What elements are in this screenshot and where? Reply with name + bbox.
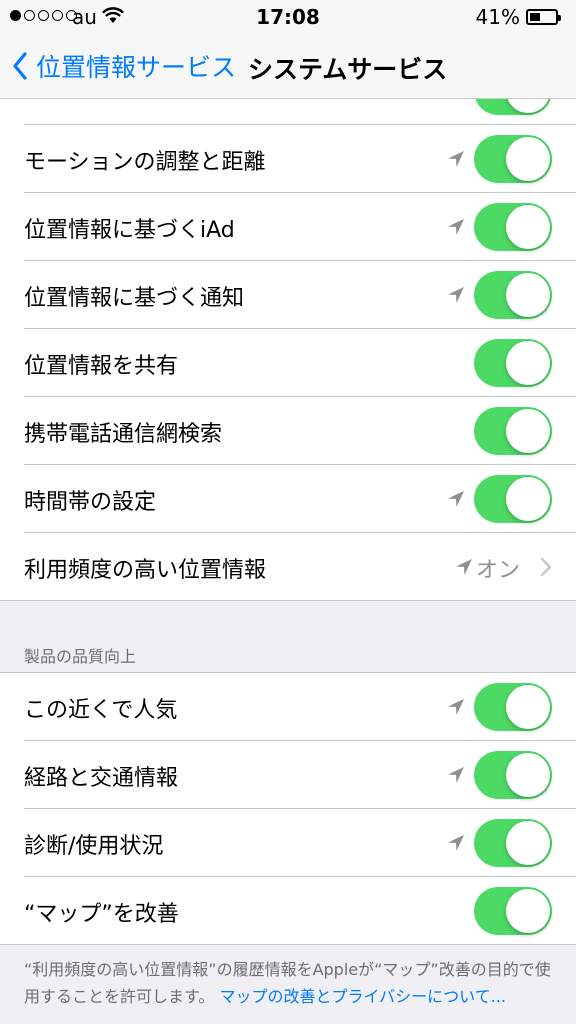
diagnostics-usage-toggle[interactable] xyxy=(474,819,552,867)
row-label: “マップ”を改善 xyxy=(24,902,179,927)
cell-network-search-toggle[interactable] xyxy=(474,407,552,455)
page-title: システムサービス xyxy=(248,55,448,84)
location-alerts-toggle[interactable] xyxy=(474,271,552,319)
location-iad-toggle[interactable] xyxy=(474,203,552,251)
back-button-label: 位置情報サービス xyxy=(36,53,237,82)
location-arrow-icon xyxy=(456,559,472,575)
chevron-right-icon xyxy=(540,557,552,577)
location-arrow-icon xyxy=(448,151,464,167)
list-item-time-zone[interactable]: 時間帯の設定 xyxy=(24,465,576,533)
row-label: 携帯電話通信網検索 xyxy=(24,422,223,447)
chevron-left-icon xyxy=(13,52,27,80)
list-item-frequent-locations[interactable]: 利用頻度の高い位置情報 オン xyxy=(24,533,576,600)
row-label: 位置情報に基づくiAd xyxy=(24,218,235,243)
status-bar: au 17:08 41% xyxy=(0,0,576,36)
row-label: 診断/使用状況 xyxy=(24,834,164,859)
list-item-share-location[interactable]: 位置情報を共有 xyxy=(24,329,576,397)
popular-near-me-toggle[interactable] xyxy=(474,683,552,731)
product-improvement-list: この近くで人気 経路と交通情報 診断/使用状況 “マップ”を改善 xyxy=(0,672,576,945)
location-arrow-icon xyxy=(448,219,464,235)
location-arrow-icon xyxy=(448,767,464,783)
list-item-location-alerts[interactable]: 位置情報に基づく通知 xyxy=(24,261,576,329)
list-item-cell-network-search[interactable]: 携帯電話通信網検索 xyxy=(24,397,576,465)
row-label: 位置情報に基づく通知 xyxy=(24,286,245,311)
improve-maps-toggle[interactable] xyxy=(474,887,552,935)
frequent-locations-value: オン xyxy=(475,558,520,583)
list-item-diagnostics-usage[interactable]: 診断/使用状況 xyxy=(24,809,576,877)
row-label: 時間帯の設定 xyxy=(24,490,157,515)
footer-note: “利用頻度の高い位置情報”の履歴情報をAppleが“マップ”改善の目的で使用する… xyxy=(24,956,554,1010)
battery-icon xyxy=(526,9,561,25)
motion-calibration-toggle[interactable] xyxy=(474,135,552,183)
time-zone-toggle[interactable] xyxy=(474,475,552,523)
location-arrow-icon xyxy=(448,835,464,851)
privacy-link[interactable]: マップの改善とプライバシーについて... xyxy=(220,987,506,1006)
back-button[interactable]: 位置情報サービス xyxy=(12,46,236,86)
battery-percent: 41% xyxy=(475,5,520,29)
row-label: 利用頻度の高い位置情報 xyxy=(24,558,267,583)
list-item-improve-maps[interactable]: “マップ”を改善 xyxy=(24,877,576,944)
list-item-routing-traffic[interactable]: 経路と交通情報 xyxy=(24,741,576,809)
list-item-motion-calibration[interactable]: モーションの調整と距離 xyxy=(24,125,576,193)
list-item-popular-near-me[interactable]: この近くで人気 xyxy=(24,673,576,741)
location-arrow-icon xyxy=(448,287,464,303)
row-label: モーションの調整と距離 xyxy=(24,150,266,175)
navigation-bar: 位置情報サービス システムサービス xyxy=(0,36,576,99)
routing-traffic-toggle[interactable] xyxy=(474,751,552,799)
system-services-list: モーションの調整と距離 位置情報に基づくiAd 位置情報に基づく通知 位置情報を… xyxy=(0,56,576,601)
section-header: 製品の品質向上 xyxy=(24,647,137,666)
row-label: この近くで人気 xyxy=(24,698,178,723)
location-arrow-icon xyxy=(448,699,464,715)
location-arrow-icon xyxy=(448,491,464,507)
row-label: 位置情報を共有 xyxy=(24,354,179,379)
row-label: 経路と交通情報 xyxy=(24,766,179,791)
list-item-location-iad[interactable]: 位置情報に基づくiAd xyxy=(24,193,576,261)
share-location-toggle[interactable] xyxy=(474,339,552,387)
